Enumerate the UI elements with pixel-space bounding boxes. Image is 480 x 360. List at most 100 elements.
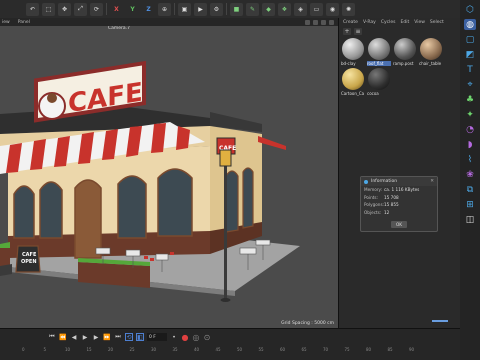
window-3 [117,175,147,239]
material-item[interactable]: Cartoon_Ca [341,68,365,96]
timeline-tick-label: 0 [22,347,25,352]
object-mode-icon[interactable]: ◍ [464,19,476,30]
menu-view[interactable]: View [414,20,425,25]
playback-controls: ⏮ ⏪ ◀ ▶ ▶ ⏩ ⏭ ⟲ ◧ 0 F • ● ◎ ⊙ [48,333,211,342]
material-preview [394,38,416,60]
zoom-icon[interactable] [313,19,318,25]
timeline-tick-label: 60 [280,347,286,352]
points-mode-icon[interactable]: ▢ [464,34,476,45]
live-selection-icon[interactable]: ⬚ [42,2,55,16]
info-value: ca. 1 116 KBytes [384,187,420,193]
y-axis-toggle[interactable]: Y [126,3,139,16]
current-frame-field[interactable]: 0 F [147,333,167,341]
cloner-icon[interactable]: ♣ [464,94,476,105]
menu-vray[interactable]: V-Ray [363,20,376,25]
material-item[interactable]: chair_table [419,38,443,66]
cube-icon[interactable]: ■ [230,2,243,16]
rotate-icon[interactable]: ⟳ [90,2,103,16]
material-item[interactable]: bd-clay [341,38,365,66]
ok-button[interactable]: OK [391,221,407,228]
material-preview [342,68,364,90]
menu-view[interactable]: iew [2,20,10,25]
text-icon[interactable]: T [464,64,476,75]
timeline-tick-label: 40 [194,347,200,352]
go-to-start-icon[interactable]: ⏮ [48,333,56,341]
uv-icon[interactable]: ◗ [464,139,476,150]
render-view-icon[interactable]: ▣ [178,2,191,16]
menu-create[interactable]: Create [343,20,358,25]
scale-icon[interactable]: ⤢ [74,2,87,16]
cloner-icon[interactable]: ❖ [278,2,291,16]
pen-icon[interactable]: ✎ [246,2,259,16]
timeline-tick-label: 10 [65,347,71,352]
move-icon[interactable]: ✥ [58,2,71,16]
camera-icon[interactable]: ◉ [326,2,339,16]
polygon-pen-icon[interactable]: ⌖ [464,79,476,90]
info-key: Points: [364,194,378,200]
next-frame-icon[interactable]: ▶ [92,333,100,341]
info-row: Points: 15 708 [361,194,437,202]
pan-icon[interactable] [305,19,310,25]
material-tag-icon[interactable]: ◔ [464,124,476,135]
coffee-cup-fill [47,93,57,103]
material-list-icon[interactable]: ≡ [354,27,362,35]
material-preview [368,38,390,60]
info-row: Polygons: 15 855 [361,201,437,209]
keyframe-dot-icon[interactable]: • [170,333,178,341]
planter-left-plants [0,242,10,248]
undo-icon[interactable]: ↶ [26,2,39,16]
close-icon[interactable]: ✕ [430,179,434,184]
workplane-icon[interactable]: ⊞ [464,199,476,210]
right-tool-palette: ⬡ ◍ ▢ ◩ T ⌖ ♣ ✦ ◔ ◗ ⌇ ❀ ⧉ ⊞ ◫ [460,0,480,360]
model-mode-icon[interactable]: ⬡ [464,4,476,15]
play-icon[interactable]: ▶ [81,333,89,341]
subdivision-icon[interactable]: ◆ [262,2,275,16]
material-item[interactable]: cocoa [367,68,391,96]
mograph-icon[interactable]: ✦ [464,109,476,120]
render-icon[interactable]: ▶ [194,2,207,16]
next-key-icon[interactable]: ⏩ [103,333,111,341]
light-icon[interactable]: ✺ [342,2,355,16]
timeline-tick-label: 90 [409,347,415,352]
go-to-end-icon[interactable]: ⏭ [114,333,122,341]
menu-edit[interactable]: Edit [401,20,410,25]
material-toolbar: + ≡ [339,26,460,36]
z-axis-toggle[interactable]: Z [142,3,155,16]
add-material-icon[interactable]: + [343,27,351,35]
chalkboard-line-2: OPEN [21,259,37,265]
info-row: Memory: ca. 1 116 KBytes [361,186,437,194]
sculpt-icon[interactable]: ❀ [464,169,476,180]
hair-icon[interactable]: ⌇ [464,154,476,165]
material-name: bd-clay [341,61,356,66]
maximize-icon[interactable] [329,19,334,25]
lock-icon[interactable]: ◫ [464,214,476,225]
material-item[interactable]: roof_flat [367,38,391,66]
zoom-slider[interactable] [432,320,448,322]
render-settings-icon[interactable]: ⚙ [210,2,223,16]
snap-icon[interactable]: ⧉ [464,184,476,195]
deformer-icon[interactable]: ◈ [294,2,307,16]
material-item[interactable]: ramp.post [393,38,417,66]
menu-select[interactable]: Select [430,20,444,25]
menu-panel[interactable]: Panel [18,20,30,25]
key-selection-icon[interactable]: ⊙ [203,333,211,342]
timeline-ruler[interactable]: 0 5 10 15 20 25 30 35 40 45 50 55 60 65 70 75 80 85 90 [22,347,458,357]
3d-viewport[interactable]: Camera.7 CAFE CAFE CAFE OPEN Grid Spacin… [0,26,338,328]
prev-frame-icon[interactable]: ◀ [70,333,78,341]
record-icon[interactable]: ● [181,333,189,342]
coordinate-system-icon[interactable]: ⊕ [158,2,171,16]
auto-key-icon[interactable]: ◎ [192,333,200,342]
loop-icon[interactable]: ⟲ [125,333,133,341]
material-name: cocoa [367,91,379,96]
timeline-mode-icon[interactable]: ◧ [136,333,144,341]
material-menu: Create V-Ray Cycles Edit View Select [339,18,460,26]
material-preview [368,68,390,90]
menu-cycles[interactable]: Cycles [381,20,396,25]
timeline-panel: ⏮ ⏪ ◀ ▶ ▶ ⏩ ⏭ ⟲ ◧ 0 F • ● ◎ ⊙ 0 5 10 15 20 25… [0,328,460,360]
x-axis-toggle[interactable]: X [110,3,123,16]
edges-mode-icon[interactable]: ◩ [464,49,476,60]
timeline-tick-label: 30 [151,347,157,352]
floor-icon[interactable]: ▭ [310,2,323,16]
prev-key-icon[interactable]: ⏪ [59,333,67,341]
orbit-icon[interactable] [321,19,326,25]
